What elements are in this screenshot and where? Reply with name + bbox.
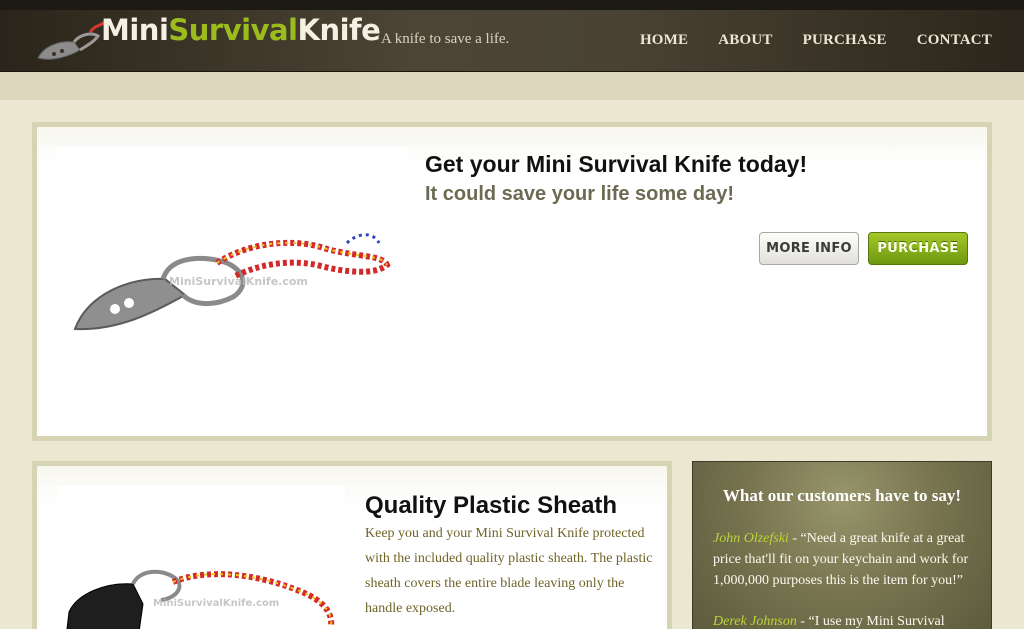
top-strip xyxy=(0,0,1024,10)
sheath-title: Quality Plastic Sheath xyxy=(365,492,618,519)
knife-logo-icon xyxy=(37,21,104,60)
site-header: MiniSurvivalKnife A knife to save a life… xyxy=(0,10,1024,72)
testimonials-title: What our customers have to say! xyxy=(722,486,962,505)
sheath-description: Keep you and your Mini Survival Knife pr… xyxy=(365,526,653,616)
nav-purchase[interactable]: PURCHASE xyxy=(803,32,887,49)
nav-home[interactable]: HOME xyxy=(640,32,688,49)
purchase-button[interactable]: PURCHASE xyxy=(868,232,968,265)
testimonial-author: John Olzefski xyxy=(713,531,789,546)
logo-text-survival: Survival xyxy=(168,13,298,47)
testimonials-box: What our customers have to say! John Olz… xyxy=(692,461,992,629)
hero-subtitle: It could save your life some day! xyxy=(425,183,734,205)
testimonial-quote: - “I use my Mini Survival xyxy=(796,614,945,629)
sub-bar xyxy=(0,72,1024,100)
hero-panel: MiniSurvivalKnife.com Get your Mini Surv… xyxy=(32,122,992,441)
sheath-panel: MiniSurvivalKnife.com Quality Plastic Sh… xyxy=(32,461,672,629)
more-info-button[interactable]: MORE INFO xyxy=(759,232,859,265)
logo-text-mini: Mini xyxy=(101,13,169,47)
nav-contact[interactable]: CONTACT xyxy=(917,32,992,49)
knife-product-image: MiniSurvivalKnife.com xyxy=(57,147,407,417)
site-logo[interactable]: MiniSurvivalKnife xyxy=(101,13,381,47)
logo-text-knife: Knife xyxy=(297,13,381,47)
sheath-product-image: MiniSurvivalKnife.com xyxy=(57,486,345,629)
hero-title: Get your Mini Survival Knife today! xyxy=(425,151,808,177)
nav-about[interactable]: ABOUT xyxy=(718,32,772,49)
main-nav: HOME ABOUT PURCHASE CONTACT xyxy=(640,32,992,49)
testimonial-author: Derek Johnson xyxy=(713,614,797,629)
site-tagline: A knife to save a life. xyxy=(381,31,510,47)
hero-image-watermark: MiniSurvivalKnife.com xyxy=(169,275,308,288)
testimonial-item: Derek Johnson - “I use my Mini Survival xyxy=(713,611,975,629)
testimonial-item: John Olzefski - “Need a great knife at a… xyxy=(713,528,975,591)
sheath-image-watermark: MiniSurvivalKnife.com xyxy=(153,598,279,609)
